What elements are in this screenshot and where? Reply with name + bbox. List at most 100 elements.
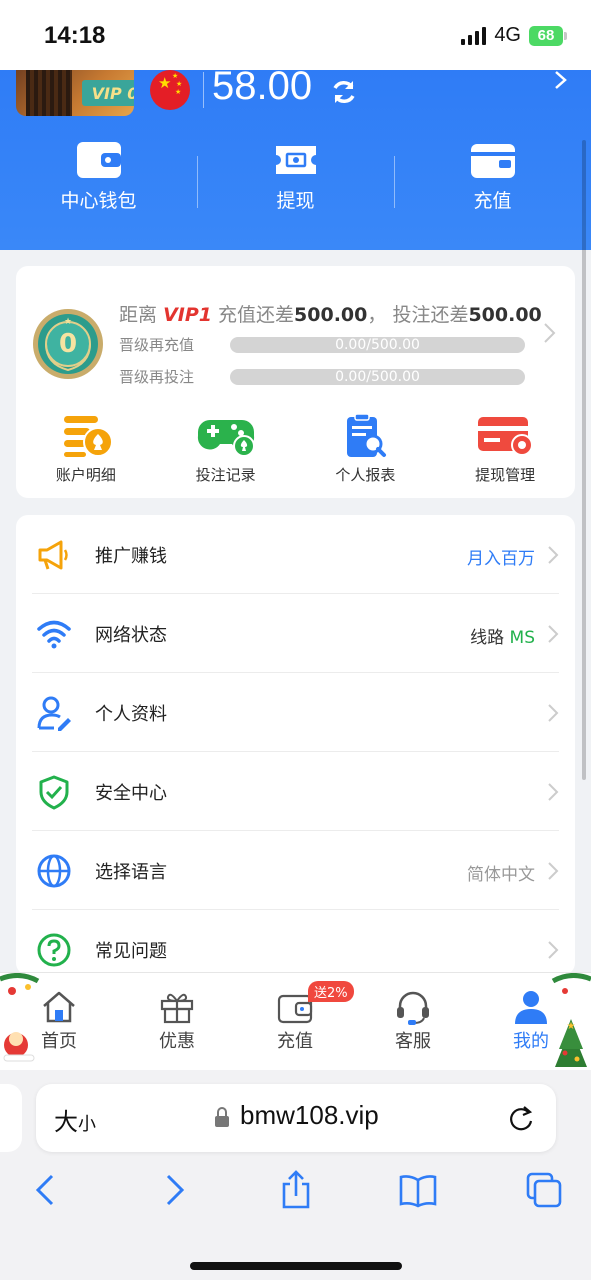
previous-tab-peek[interactable] xyxy=(0,1084,22,1152)
chevron-right-icon xyxy=(548,941,559,959)
account-details-link[interactable]: 账户明细 xyxy=(16,414,156,485)
upgrade-requirement: 距离 VIP1 充值还差500.00， 投注还差500.00 xyxy=(119,300,542,327)
china-flag-icon[interactable]: ★ ★ ★ ★ xyxy=(150,70,190,110)
wallet-actions: 中心钱包 提现 充值 xyxy=(0,140,591,220)
network-line-prefix: 线路 xyxy=(470,628,505,648)
chevron-right-icon xyxy=(548,704,559,722)
upgrade-separator: ， xyxy=(367,304,387,326)
report-icon xyxy=(347,414,387,457)
bottom-tab-bar: ★ 首页 优惠 充值 送2% 客服 我的 xyxy=(0,972,591,1070)
bet-progress-label: 晋级再投注 xyxy=(119,368,195,386)
settings-menu: 推广赚钱 月入百万 网络状态 线路 MS 个人资料 安全中心 选择语言 简体中文… xyxy=(16,515,575,975)
refresh-balance-icon[interactable] xyxy=(330,78,358,106)
chevron-right-icon xyxy=(548,862,559,880)
browser-toolbar: 大小 bmw108.vip xyxy=(0,1070,591,1280)
deposit-needed-amount: 500.00 xyxy=(294,304,368,326)
share-icon[interactable] xyxy=(276,1170,316,1210)
tab-deposit-label: 充值 xyxy=(277,1031,313,1052)
deposit-bonus-badge: 送2% xyxy=(308,981,354,1002)
chevron-right-icon xyxy=(548,625,559,643)
menu-item-language[interactable]: 选择语言 简体中文 xyxy=(32,831,559,910)
vip-details-chevron-icon[interactable] xyxy=(543,322,557,344)
network-value: 线路 MS xyxy=(470,623,535,648)
deposit-button[interactable]: 充值 xyxy=(394,140,591,220)
header-divider xyxy=(203,72,204,108)
lock-icon xyxy=(215,1107,229,1127)
bet-progress-value: 0.00/500.00 xyxy=(335,368,420,385)
upgrade-prefix: 距离 xyxy=(119,304,158,326)
tabs-icon[interactable] xyxy=(524,1170,564,1210)
tab-mine-label: 我的 xyxy=(513,1031,549,1052)
menu-item-network[interactable]: 网络状态 线路 MS xyxy=(32,594,559,673)
profile-chevron-icon[interactable] xyxy=(553,70,569,90)
deposit-wallet-icon xyxy=(470,144,515,178)
app-screen: 14:18 4G 68 VIP 0 ★ ★ ★ ★ 58.00 中心钱包 提现 … xyxy=(0,0,591,1280)
card-settings-icon xyxy=(478,417,534,456)
status-bar: 14:18 4G 68 xyxy=(0,0,591,70)
tab-home[interactable]: 首页 xyxy=(19,989,99,1053)
text-size-button[interactable]: 大小 xyxy=(54,1102,96,1137)
tab-support-label: 客服 xyxy=(395,1031,431,1052)
person-icon xyxy=(515,991,547,1024)
home-indicator xyxy=(190,1262,402,1270)
wifi-icon xyxy=(37,620,71,649)
menu-item-profile[interactable]: 个人资料 xyxy=(32,673,559,752)
megaphone-icon xyxy=(38,540,68,570)
gamepad-icon xyxy=(197,420,255,457)
network-label: 网络状态 xyxy=(95,625,167,646)
text-size-big: 大 xyxy=(54,1108,78,1136)
forward-icon[interactable] xyxy=(154,1170,194,1210)
tab-support[interactable]: 客服 xyxy=(373,989,453,1053)
battery-level: 68 xyxy=(529,25,563,46)
faq-label: 常见问题 xyxy=(95,941,167,962)
home-icon xyxy=(43,991,75,1023)
personal-report-label: 个人报表 xyxy=(335,466,396,484)
security-label: 安全中心 xyxy=(95,783,167,804)
page-scrollbar[interactable] xyxy=(582,140,586,780)
tab-promotions-label: 优惠 xyxy=(159,1031,195,1052)
promotion-label: 推广赚钱 xyxy=(95,546,167,567)
deposit-progress-label: 晋级再充值 xyxy=(119,336,195,354)
question-icon xyxy=(37,933,71,967)
text-size-small: 小 xyxy=(78,1114,96,1135)
status-time: 14:18 xyxy=(44,22,106,49)
bookmarks-icon[interactable] xyxy=(398,1170,438,1210)
withdraw-ticket-icon xyxy=(275,146,316,174)
bet-records-label: 投注记录 xyxy=(195,466,256,484)
vip-level-card[interactable]: ★ 0 距离 VIP1 充值还差500.00， 投注还差500.00 晋级再充值… xyxy=(16,266,575,498)
user-edit-icon xyxy=(37,696,71,731)
bet-progress-bar: 0.00/500.00 xyxy=(230,368,525,385)
language-label: 选择语言 xyxy=(95,862,167,883)
deposit-progress-bar: 0.00/500.00 xyxy=(230,336,525,353)
vip-badge: VIP 0 xyxy=(82,80,134,106)
menu-item-faq[interactable]: 常见问题 xyxy=(32,910,559,975)
status-indicators: 4G 68 xyxy=(461,24,567,47)
address-bar[interactable]: 大小 bmw108.vip xyxy=(36,1084,556,1152)
personal-report-link[interactable]: 个人报表 xyxy=(296,414,436,485)
profile-label: 个人资料 xyxy=(95,704,167,725)
tab-promotions[interactable]: 优惠 xyxy=(137,989,217,1053)
reload-icon[interactable] xyxy=(508,1104,534,1132)
wallet-balance: 58.00 xyxy=(212,64,313,108)
bet-needed-text: 投注还差 xyxy=(392,304,469,326)
back-icon[interactable] xyxy=(26,1170,66,1210)
withdraw-management-label: 提现管理 xyxy=(475,466,536,484)
globe-icon xyxy=(37,854,71,888)
withdraw-button[interactable]: 提现 xyxy=(197,140,394,220)
wallet-icon xyxy=(76,142,121,178)
deposit-progress-value: 0.00/500.00 xyxy=(335,336,420,353)
tab-mine[interactable]: 我的 xyxy=(491,989,571,1053)
next-vip-level: VIP1 xyxy=(163,304,212,326)
bet-records-link[interactable]: 投注记录 xyxy=(156,414,296,485)
account-header: VIP 0 ★ ★ ★ ★ 58.00 中心钱包 提现 充值 xyxy=(0,60,591,250)
menu-item-promotion[interactable]: 推广赚钱 月入百万 xyxy=(32,515,559,594)
deposit-label: 充值 xyxy=(473,190,512,212)
shield-check-icon xyxy=(39,775,69,810)
withdraw-management-link[interactable]: 提现管理 xyxy=(435,414,575,485)
center-wallet-label: 中心钱包 xyxy=(60,190,137,212)
medal-level: 0 xyxy=(58,329,78,359)
menu-item-security[interactable]: 安全中心 xyxy=(32,752,559,831)
language-value: 简体中文 xyxy=(467,865,535,885)
account-details-icon xyxy=(63,416,113,457)
center-wallet-button[interactable]: 中心钱包 xyxy=(0,140,197,220)
